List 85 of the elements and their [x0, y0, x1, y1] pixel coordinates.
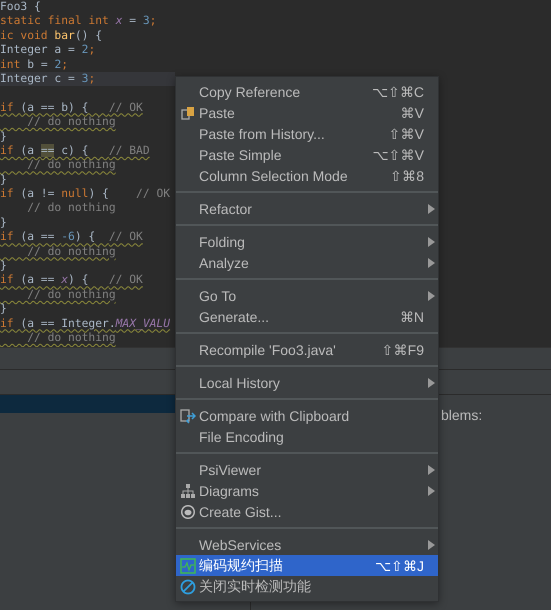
shortcut: ⌘V: [400, 104, 424, 120]
submenu-arrow-icon: [428, 204, 434, 214]
menu-item-label: Copy Reference: [199, 84, 302, 100]
menu-item[interactable]: Copy Reference ⌥⇧⌘C: [176, 81, 438, 102]
menu-item-label: Folding: [199, 234, 246, 250]
menu-item-label: 关闭实时检测功能: [199, 578, 312, 596]
waveform-icon: [180, 558, 196, 574]
hierarchy-icon: [180, 482, 196, 498]
code-line: if (a == b) { // OK: [0, 100, 144, 116]
shortcut: ⇧⌘V: [388, 126, 424, 142]
menu-item[interactable]: Compare with Clipboard: [176, 405, 438, 426]
code-line: Integer a = 2;: [0, 43, 96, 58]
code-line: }: [0, 302, 8, 317]
menu-item-label: Recompile 'Foo3.java': [199, 342, 337, 358]
menu-item[interactable]: WebServices: [176, 534, 438, 555]
menu-item[interactable]: 编码规约扫描 ⌥⇧⌘J: [176, 555, 438, 576]
code-line: if (a == x) { // OK: [0, 273, 144, 288]
code-line: // do nothing: [26, 115, 117, 130]
code-line: if (a == c) { // BAD: [0, 144, 151, 158]
menu-item-label: Diagrams: [199, 482, 260, 498]
shortcut: ⇧⌘8: [390, 168, 424, 184]
menu-item[interactable]: File Encoding: [176, 426, 438, 447]
compare-icon: [180, 408, 196, 424]
menu-item-label: File Encoding: [199, 428, 285, 444]
menu-item[interactable]: Analyze: [176, 252, 438, 273]
menu-item[interactable]: Generate... ⌘N: [176, 306, 438, 327]
menu-item-label: 编码规约扫描: [199, 556, 284, 574]
code-line: // do nothing: [26, 244, 117, 260]
code-line: if (a == -6) { // OK: [0, 230, 144, 245]
menu-item[interactable]: Paste Simple ⌥⇧⌘V: [176, 144, 438, 165]
shortcut: ⇧⌘F9: [382, 342, 424, 358]
menu-item-label: Go To: [199, 288, 238, 304]
menu-item[interactable]: PsiViewer: [176, 459, 438, 480]
menu-item[interactable]: Local History: [176, 372, 438, 393]
code-line: // do nothing: [26, 158, 117, 173]
problems-hint: blems:: [441, 407, 482, 423]
code-line: }: [0, 172, 8, 188]
code-line: }: [0, 130, 8, 144]
menu-item[interactable]: Go To: [176, 285, 438, 306]
shortcut: ⌥⇧⌘C: [372, 84, 424, 100]
menu-item-label: PsiViewer: [199, 462, 262, 478]
code-line: }: [0, 216, 8, 230]
menu-item-label: Refactor: [199, 200, 253, 216]
menu-item[interactable]: Create Gist...: [176, 501, 438, 522]
code-line: if (a == Integer.MAX_VALU: [0, 316, 172, 331]
submenu-arrow-icon: [428, 464, 434, 474]
octocat-icon: [180, 504, 196, 520]
menu-item[interactable]: Folding: [176, 231, 438, 252]
code-line: int b = 2;: [0, 58, 70, 72]
menu-item[interactable]: Paste ⌘V: [176, 102, 438, 123]
code-line: }: [0, 259, 8, 274]
prohibited-icon: [180, 578, 196, 594]
code-line: // do nothing: [26, 330, 117, 346]
code-line: ic void bar() {: [0, 28, 104, 44]
paste-icon: [180, 106, 194, 120]
code-line: // do nothing: [26, 201, 117, 216]
menu-item[interactable]: Column Selection Mode ⇧⌘8: [176, 165, 438, 186]
submenu-arrow-icon: [428, 486, 434, 496]
menu-item-label: WebServices: [199, 536, 282, 552]
menu-item[interactable]: Diagrams: [176, 480, 438, 501]
submenu-arrow-icon: [428, 290, 434, 300]
menu-item-label: Compare with Clipboard: [199, 408, 350, 424]
menu-item[interactable]: Refactor: [176, 198, 438, 219]
shortcut: ⌥⇧⌘V: [372, 146, 424, 162]
shortcut: ⌘N: [400, 308, 424, 324]
menu-item-label: Analyze: [199, 254, 250, 270]
menu-item-label: Generate...: [199, 308, 270, 324]
menu-item-label: Local History: [199, 374, 281, 390]
submenu-arrow-icon: [428, 378, 434, 388]
shortcut: ⌥⇧⌘J: [375, 558, 424, 574]
menu-item-label: Paste from History...: [199, 126, 326, 142]
code-line: if (a != null) { // OK: [0, 187, 172, 202]
menu-item[interactable]: 关闭实时检测功能: [176, 576, 438, 597]
code-line: // do nothing: [26, 288, 117, 302]
code-line: static final int x = 3;: [0, 14, 158, 29]
menu-item-label: Column Selection Mode: [199, 168, 349, 184]
submenu-arrow-icon: [428, 236, 434, 246]
submenu-arrow-icon: [428, 258, 434, 268]
menu-item[interactable]: Paste from History... ⇧⌘V: [176, 123, 438, 144]
menu-item-label: Create Gist...: [199, 504, 282, 520]
menu-item-label: Paste: [199, 104, 236, 120]
menu-item-label: Paste Simple: [199, 146, 282, 162]
submenu-arrow-icon: [428, 540, 434, 550]
menu-item[interactable]: Recompile 'Foo3.java' ⇧⌘F9: [176, 339, 438, 360]
code-line: Foo3 {: [0, 0, 42, 14]
